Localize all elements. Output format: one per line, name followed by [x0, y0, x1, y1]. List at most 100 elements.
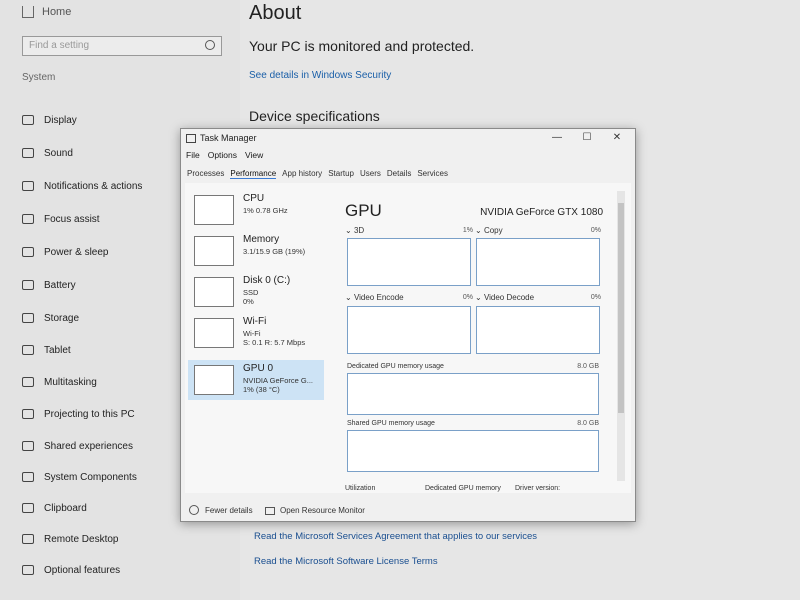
tab-details[interactable]: Details: [387, 169, 411, 179]
minimize-button[interactable]: —: [549, 132, 565, 146]
open-resource-monitor-label: Open Resource Monitor: [280, 506, 365, 515]
menu-view[interactable]: View: [245, 150, 263, 160]
page-title: About: [249, 2, 302, 24]
sidebar-item-label: Focus assist: [44, 213, 100, 225]
resource-name: CPU: [243, 193, 265, 204]
resource-gpu[interactable]: GPU 0 NVIDIA GeForce G... 1% (38 °C): [188, 360, 324, 400]
resource-usage: 0%: [243, 297, 254, 306]
resource-thumbnail-graph: [194, 318, 234, 348]
sidebar-item-display[interactable]: Display: [22, 110, 232, 130]
battery-icon: [22, 280, 34, 290]
dedicated-memory-label: Dedicated GPU memory usage: [347, 363, 444, 370]
tablet-icon: [22, 345, 34, 355]
notification-icon: [22, 181, 34, 191]
tab-performance[interactable]: Performance: [230, 169, 277, 179]
services-agreement-link[interactable]: Read the Microsoft Services Agreement th…: [254, 531, 537, 542]
fewer-details-button[interactable]: Fewer details: [189, 505, 253, 515]
gpu-model-name: NVIDIA GeForce GTX 1080: [480, 207, 603, 218]
engine-copy-pct: 0%: [590, 227, 601, 234]
sidebar-item-label: Clipboard: [44, 502, 87, 514]
window-title: Task Manager: [200, 133, 257, 143]
home-link[interactable]: Home: [42, 6, 71, 18]
engine-video-encode-dropdown[interactable]: ⌄ Video Encode: [345, 293, 404, 302]
sidebar-item-label: Notifications & actions: [44, 180, 143, 192]
engine-video-decode-dropdown[interactable]: ⌄ Video Decode: [475, 293, 534, 302]
features-icon: [22, 565, 34, 575]
power-icon: [22, 247, 34, 257]
resource-disk[interactable]: Disk 0 (C:) SSD 0%: [188, 272, 324, 312]
engine-label: Video Decode: [483, 293, 535, 302]
system-section-label: System: [22, 72, 56, 83]
resource-detail: 3.1/15.9 GB (19%): [243, 247, 306, 256]
shared-icon: [22, 441, 34, 451]
search-icon[interactable]: [205, 40, 215, 50]
sidebar-item-optional-features[interactable]: Optional features: [22, 560, 232, 580]
sidebar-item-label: Sound: [44, 147, 73, 159]
resource-cpu[interactable]: CPU 1% 0.78 GHz: [188, 190, 324, 230]
resource-monitor-icon: [265, 506, 275, 515]
resource-name: Memory: [243, 234, 280, 245]
dedicated-memory-max: 8.0 GB: [577, 363, 599, 370]
engine-copy-dropdown[interactable]: ⌄ Copy: [475, 226, 503, 235]
sidebar-item-label: Storage: [44, 312, 80, 324]
clipboard-icon: [22, 503, 34, 513]
resource-thumbnail-graph: [194, 365, 234, 395]
sidebar-item-label: Projecting to this PC: [44, 408, 135, 420]
menu-file[interactable]: File: [186, 150, 200, 160]
scrollbar-thumb[interactable]: [618, 203, 624, 413]
resource-wifi[interactable]: Wi-Fi Wi-Fi S: 0.1 R: 5.7 Mbps: [188, 313, 324, 353]
engine-video-decode-graph: [476, 306, 600, 354]
fewer-details-label: Fewer details: [205, 505, 253, 515]
engine-3d-pct: 1%: [462, 227, 473, 234]
speaker-icon: [22, 148, 34, 158]
tab-bar: Processes Performance App history Startu…: [187, 169, 448, 179]
resource-detail: SSD: [243, 288, 259, 297]
protection-status: Your PC is monitored and protected.: [249, 38, 475, 54]
performance-panel: CPU 1% 0.78 GHz Memory 3.1/15.9 GB (19%)…: [185, 183, 631, 493]
task-manager-window: Task Manager — ☐ ✕ File Options View Pro…: [180, 128, 636, 522]
resource-name: GPU 0: [243, 363, 274, 374]
chevron-up-circle-icon: [189, 505, 199, 515]
menu-options[interactable]: Options: [208, 150, 237, 160]
tab-processes[interactable]: Processes: [187, 169, 224, 179]
resource-detail: Wi-Fi: [243, 329, 261, 338]
windows-security-link[interactable]: See details in Windows Security: [249, 70, 391, 81]
tab-users[interactable]: Users: [360, 169, 381, 179]
engine-3d-dropdown[interactable]: ⌄ 3D: [345, 226, 364, 235]
close-button[interactable]: ✕: [609, 132, 625, 146]
find-setting-input[interactable]: Find a setting: [22, 36, 222, 56]
shared-memory-label: Shared GPU memory usage: [347, 420, 435, 427]
sidebar-item-label: Multitasking: [44, 376, 97, 388]
engine-label: 3D: [353, 226, 365, 235]
tab-app-history[interactable]: App history: [282, 169, 322, 179]
license-terms-link[interactable]: Read the Microsoft Software License Term…: [254, 556, 438, 567]
tab-startup[interactable]: Startup: [328, 169, 354, 179]
sidebar-item-label: Power & sleep: [44, 246, 109, 258]
remote-icon: [22, 534, 34, 544]
stat-utilization-label: Utilization: [345, 485, 376, 492]
task-manager-icon: [186, 134, 196, 143]
menu-bar: File Options View: [186, 150, 263, 160]
open-resource-monitor-link[interactable]: Open Resource Monitor: [265, 506, 365, 515]
resource-detail: NVIDIA GeForce G...: [243, 376, 314, 385]
tab-services[interactable]: Services: [417, 169, 448, 179]
sidebar-item-label: System Components: [44, 471, 137, 483]
resource-memory[interactable]: Memory 3.1/15.9 GB (19%): [188, 231, 324, 271]
projecting-icon: [22, 409, 34, 419]
vertical-scrollbar[interactable]: [617, 191, 625, 481]
resource-usage: S: 0.1 R: 5.7 Mbps: [243, 338, 306, 347]
monitor-icon: [22, 115, 34, 125]
sidebar-item-label: Shared experiences: [44, 440, 133, 452]
maximize-button[interactable]: ☐: [579, 132, 595, 146]
engine-video-encode-graph: [347, 306, 471, 354]
search-placeholder: Find a setting: [29, 40, 90, 51]
stat-dedicated-memory-label: Dedicated GPU memory: [425, 485, 501, 492]
resource-usage: 1% (38 °C): [243, 385, 280, 394]
storage-icon: [22, 313, 34, 323]
engine-label: Video Encode: [353, 293, 404, 302]
sidebar-item-remote-desktop[interactable]: Remote Desktop: [22, 529, 232, 549]
stat-driver-version-label: Driver version:: [515, 485, 561, 492]
sidebar-item-label: Tablet: [44, 344, 71, 356]
engine-video-decode-pct: 0%: [590, 294, 601, 301]
home-icon[interactable]: [22, 6, 34, 18]
